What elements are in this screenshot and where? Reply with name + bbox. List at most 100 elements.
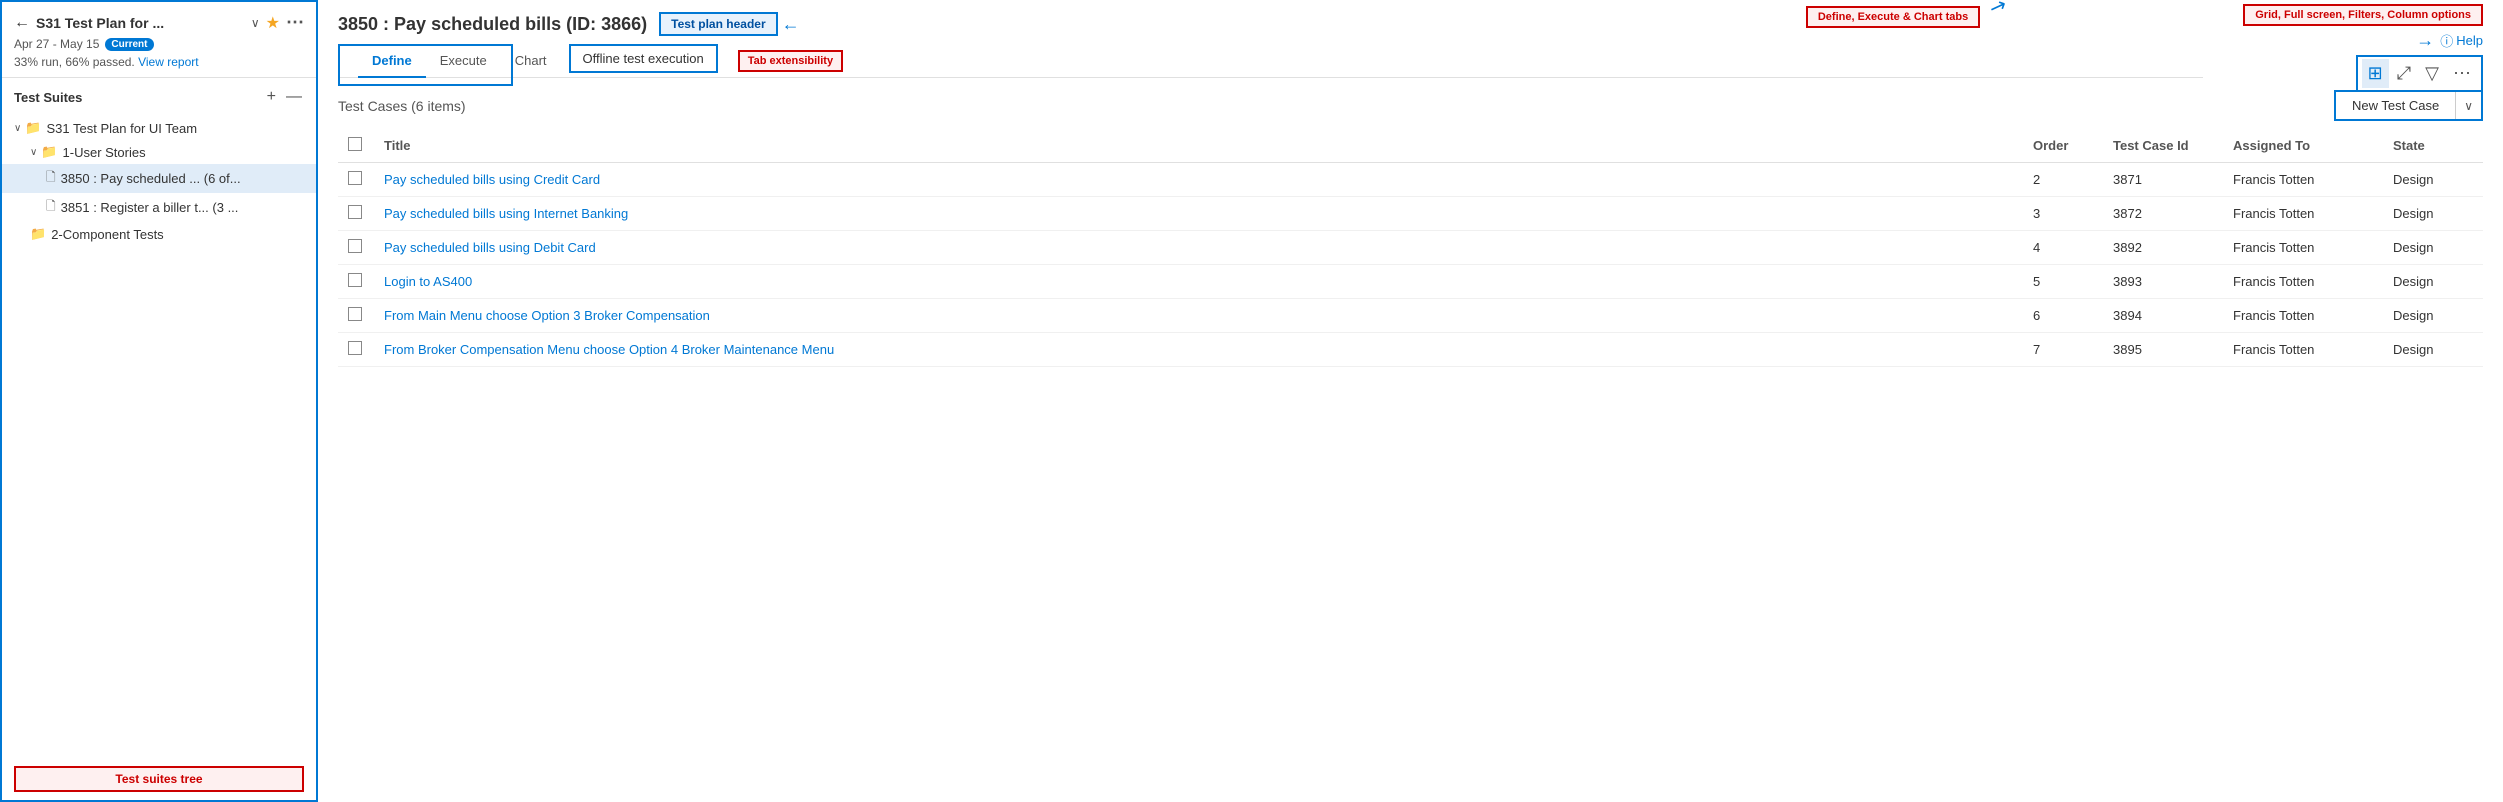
- row-5-checkbox[interactable]: [348, 341, 362, 355]
- test-cases-table: Title Order Test Case Id Assigned To Sta…: [338, 129, 2483, 367]
- collapse-suite-button[interactable]: —: [284, 86, 304, 108]
- row-4-title: From Main Menu choose Option 3 Broker Co…: [374, 299, 2023, 333]
- sidebar-header: ← S31 Test Plan for ... ∨ ★ ⋯ Apr 27 - M…: [2, 2, 316, 78]
- test-cases-title: Test Cases (6 items): [338, 98, 466, 114]
- col-header-state: State: [2383, 129, 2483, 163]
- row-3-id: 3893: [2103, 265, 2223, 299]
- current-badge: Current: [105, 38, 153, 51]
- row-4-checkbox[interactable]: [348, 307, 362, 321]
- row-5-check: [338, 333, 374, 367]
- tab-execute[interactable]: Execute: [426, 45, 501, 78]
- row-0-assigned: Francis Totten: [2223, 163, 2383, 197]
- sidebar-more-icon[interactable]: ⋯: [286, 12, 304, 33]
- row-2-check: [338, 231, 374, 265]
- row-2-id: 3892: [2103, 231, 2223, 265]
- row-5-title-link[interactable]: From Broker Compensation Menu choose Opt…: [384, 342, 834, 357]
- back-button[interactable]: ←: [14, 14, 30, 32]
- tab-chart[interactable]: Chart: [501, 45, 561, 78]
- tab-define[interactable]: Define: [358, 45, 426, 78]
- row-0-title-link[interactable]: Pay scheduled bills using Credit Card: [384, 172, 600, 187]
- tree-page-icon-2: 🗋: [46, 168, 56, 189]
- tree-toggle-1: ∨: [30, 147, 37, 158]
- define-execute-annotation: Define, Execute & Chart tabs: [1806, 6, 1980, 28]
- row-2-title-link[interactable]: Pay scheduled bills using Debit Card: [384, 240, 596, 255]
- tree-label-0: S31 Test Plan for UI Team: [47, 121, 198, 136]
- row-4-title-link[interactable]: From Main Menu choose Option 3 Broker Co…: [384, 308, 710, 323]
- row-3-title-link[interactable]: Login to AS400: [384, 274, 472, 289]
- tree-item-3[interactable]: 🗋 3851 : Register a biller t... (3 ...: [2, 193, 316, 222]
- test-cases-area: Test Cases (6 items) New Test Case ∨ Tit…: [318, 78, 2503, 802]
- sidebar-progress: 33% run, 66% passed. View report: [14, 55, 304, 69]
- sidebar-chevron-icon[interactable]: ∨: [251, 16, 260, 30]
- grid-toolbar-annotation: Grid, Full screen, Filters, Column optio…: [2243, 4, 2483, 26]
- tree-item-0[interactable]: ∨ 📁 S31 Test Plan for UI Team: [2, 116, 316, 140]
- row-1-id: 3872: [2103, 197, 2223, 231]
- row-5-order: 7: [2023, 333, 2103, 367]
- row-2-checkbox[interactable]: [348, 239, 362, 253]
- sidebar-date-range: Apr 27 - May 15: [14, 37, 99, 51]
- table-row: Pay scheduled bills using Internet Banki…: [338, 197, 2483, 231]
- tree-page-icon-3: 🗋: [46, 197, 56, 218]
- row-0-title: Pay scheduled bills using Credit Card: [374, 163, 2023, 197]
- toolbar-arrow: →: [2416, 30, 2434, 51]
- tab-annotation: Tab extensibility: [738, 50, 843, 72]
- help-label: Help: [2456, 33, 2483, 48]
- row-0-order: 2: [2023, 163, 2103, 197]
- fullscreen-button[interactable]: ⤢: [2391, 59, 2417, 88]
- row-3-assigned: Francis Totten: [2223, 265, 2383, 299]
- tab-offline[interactable]: Offline test execution: [569, 44, 718, 73]
- table-row: Pay scheduled bills using Credit Card 2 …: [338, 163, 2483, 197]
- define-execute-annotation-area: Define, Execute & Chart tabs ↙: [1806, 4, 2003, 29]
- new-test-case-button[interactable]: New Test Case: [2336, 92, 2455, 119]
- row-1-checkbox[interactable]: [348, 205, 362, 219]
- row-5-title: From Broker Compensation Menu choose Opt…: [374, 333, 2023, 367]
- tree-folder-icon-0: 📁: [25, 120, 41, 136]
- row-2-order: 4: [2023, 231, 2103, 265]
- test-cases-table-container: Title Order Test Case Id Assigned To Sta…: [338, 129, 2483, 802]
- row-2-state: Design: [2383, 231, 2483, 265]
- row-0-check: [338, 163, 374, 197]
- table-header-row: Title Order Test Case Id Assigned To Sta…: [338, 129, 2483, 163]
- row-0-checkbox[interactable]: [348, 171, 362, 185]
- row-1-check: [338, 197, 374, 231]
- top-right-toolbar: Grid, Full screen, Filters, Column optio…: [2223, 0, 2503, 96]
- page-title: 3850 : Pay scheduled bills (ID: 3866): [338, 14, 647, 35]
- filter-button[interactable]: ▽: [2419, 59, 2445, 88]
- sidebar-star-icon[interactable]: ★: [266, 13, 280, 33]
- row-1-title-link[interactable]: Pay scheduled bills using Internet Banki…: [384, 206, 628, 221]
- tree-item-2[interactable]: 🗋 3850 : Pay scheduled ... (6 of...: [2, 164, 316, 193]
- tree-label-1: 1-User Stories: [63, 145, 146, 160]
- tree-toggle-0: ∨: [14, 123, 21, 134]
- tree-item-4[interactable]: 📁 2-Component Tests: [2, 222, 316, 246]
- add-suite-button[interactable]: +: [265, 86, 278, 108]
- table-row: Pay scheduled bills using Debit Card 4 3…: [338, 231, 2483, 265]
- header-annotation-arrow: ←: [782, 14, 800, 35]
- grid-view-button[interactable]: ⊞: [2362, 59, 2389, 88]
- tree-folder-icon-1: 📁: [41, 144, 57, 160]
- header-annotation-box: Test plan header: [659, 12, 777, 36]
- row-3-title: Login to AS400: [374, 265, 2023, 299]
- sidebar-section-header: Test Suites + —: [2, 78, 316, 112]
- column-options-button[interactable]: ⋯: [2447, 59, 2477, 88]
- view-report-link[interactable]: View report: [138, 55, 198, 69]
- row-5-id: 3895: [2103, 333, 2223, 367]
- row-2-assigned: Francis Totten: [2223, 231, 2383, 265]
- help-circle-icon: ⓘ: [2440, 31, 2453, 50]
- row-0-id: 3871: [2103, 163, 2223, 197]
- row-4-assigned: Francis Totten: [2223, 299, 2383, 333]
- sidebar-section-actions: + —: [265, 86, 304, 108]
- sidebar-meta: Apr 27 - May 15 Current: [14, 37, 304, 51]
- select-all-checkbox[interactable]: [348, 137, 362, 151]
- col-header-title: Title: [374, 129, 2023, 163]
- table-row: Login to AS400 5 3893 Francis Totten Des…: [338, 265, 2483, 299]
- tree-label-4: 2-Component Tests: [51, 227, 164, 242]
- row-3-order: 5: [2023, 265, 2103, 299]
- row-4-state: Design: [2383, 299, 2483, 333]
- row-1-order: 3: [2023, 197, 2103, 231]
- tree-item-1[interactable]: ∨ 📁 1-User Stories: [2, 140, 316, 164]
- row-0-state: Design: [2383, 163, 2483, 197]
- row-3-checkbox[interactable]: [348, 273, 362, 287]
- new-test-case-chevron[interactable]: ∨: [2455, 92, 2481, 119]
- help-link[interactable]: ⓘ Help: [2440, 31, 2483, 50]
- row-1-assigned: Francis Totten: [2223, 197, 2383, 231]
